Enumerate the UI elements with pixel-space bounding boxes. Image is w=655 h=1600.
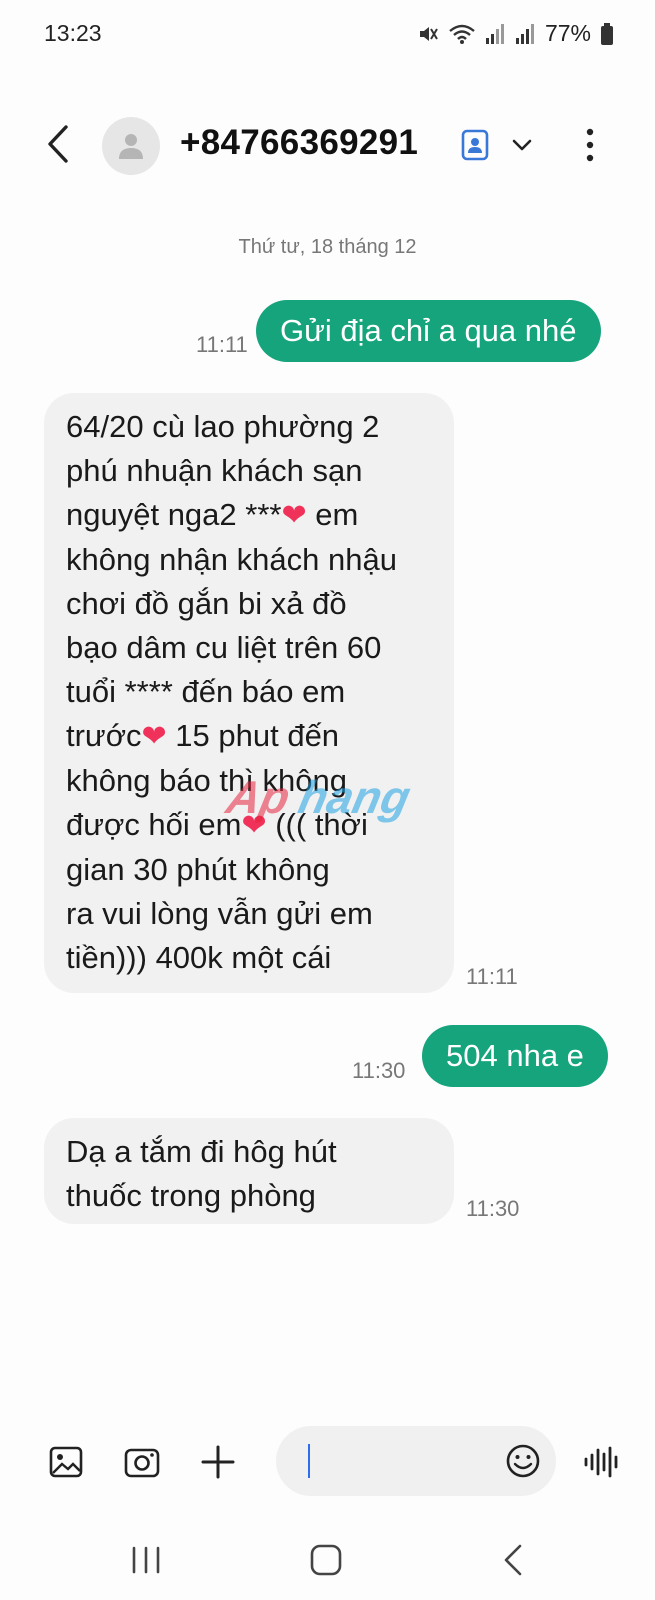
message-bubble-outgoing[interactable]: 504 nha e: [422, 1025, 608, 1087]
message-bubble-incoming[interactable]: 64/20 cù lao phường 2 phú nhuận khách sạ…: [44, 393, 454, 993]
heart-emoji: ❤: [141, 720, 167, 753]
voice-input-button[interactable]: [582, 1442, 622, 1482]
home-button[interactable]: [306, 1542, 346, 1578]
message-time: 11:11: [196, 332, 248, 357]
expand-button[interactable]: [508, 131, 536, 159]
mute-icon: [419, 26, 438, 41]
status-bar: 13:23 77%: [0, 0, 655, 70]
message-line: không báo thì không: [66, 763, 347, 798]
message-line: gian 30 phút không: [66, 852, 330, 887]
message-line: bạo dâm cu liệt trên 60: [66, 630, 382, 665]
message-time: 11:30: [352, 1058, 406, 1083]
message-line: không nhận khách nhậu: [66, 542, 397, 577]
gallery-icon: [49, 1446, 83, 1478]
message-text: 504 nha e: [446, 1038, 584, 1073]
back-icon: [48, 125, 68, 163]
contact-card-button[interactable]: [460, 129, 490, 161]
back-button[interactable]: [40, 121, 76, 167]
avatar-person-icon: [119, 134, 143, 159]
contact-card-icon: [461, 129, 489, 161]
home-icon: [310, 1544, 342, 1576]
status-icons: 77%: [417, 20, 613, 47]
system-nav-bar: [0, 1530, 655, 1590]
recent-apps-icon: [132, 1546, 160, 1574]
contact-name[interactable]: +84766369291: [180, 123, 418, 163]
wifi-icon: [449, 24, 475, 44]
message-line: 64/20 cù lao phường 2: [66, 409, 380, 444]
message-line: tuổi **** đến báo em: [66, 674, 346, 709]
message-line: Dạ a tắm đi hôg hút: [66, 1134, 337, 1169]
date-divider: Thứ tư, 18 tháng 12: [238, 236, 417, 258]
message-line: phú nhuận khách sạn: [66, 453, 363, 488]
recent-apps-button[interactable]: [126, 1542, 166, 1578]
plus-icon: [201, 1445, 235, 1479]
message-line: thuốc trong phòng: [66, 1178, 316, 1213]
message-composer: [0, 1420, 655, 1500]
message-line: chơi đồ gắn bi xả đồ: [66, 586, 347, 621]
back-nav-icon: [504, 1544, 522, 1576]
text-caret: [308, 1444, 310, 1478]
status-time: 13:23: [44, 20, 102, 46]
signal-icon: [485, 23, 504, 44]
message-bubble-outgoing[interactable]: Gửi địa chỉ a qua nhé: [256, 300, 601, 362]
message-bubble-incoming[interactable]: Dạ a tắm đi hôg hút thuốc trong phòng: [44, 1118, 454, 1224]
battery-percent: 77%: [544, 20, 591, 46]
message-line: trước❤ 15 phut đến: [66, 718, 340, 753]
more-options-button[interactable]: [578, 125, 602, 165]
heart-emoji: ❤: [241, 809, 267, 842]
message-input[interactable]: [276, 1426, 556, 1496]
message-line: tiền))) 400k một cái: [66, 940, 332, 975]
message-time: 11:11: [466, 964, 518, 989]
gallery-button[interactable]: [46, 1442, 86, 1482]
message-time: 11:30: [466, 1196, 520, 1221]
avatar[interactable]: [102, 117, 160, 175]
more-vertical-icon: [586, 128, 594, 162]
add-attachment-button[interactable]: [198, 1442, 238, 1482]
signal-icon: [515, 23, 534, 44]
camera-button[interactable]: [122, 1442, 162, 1482]
chevron-down-icon: [512, 139, 532, 151]
conversation-header: +84766369291: [0, 105, 655, 185]
emoji-button[interactable]: [504, 1442, 542, 1480]
nav-back-button[interactable]: [494, 1542, 534, 1578]
voice-icon: [584, 1446, 618, 1478]
message-line: ra vui lòng vẫn gửi em: [66, 896, 373, 931]
heart-emoji: ❤: [281, 499, 307, 532]
battery-icon: [601, 22, 613, 45]
message-line: được hối em❤ ((( thời: [66, 807, 368, 842]
message-line: nguyệt nga2 ***❤ em: [66, 497, 359, 532]
emoji-icon: [506, 1444, 540, 1478]
message-text: Gửi địa chỉ a qua nhé: [280, 313, 577, 348]
camera-icon: [124, 1448, 160, 1478]
